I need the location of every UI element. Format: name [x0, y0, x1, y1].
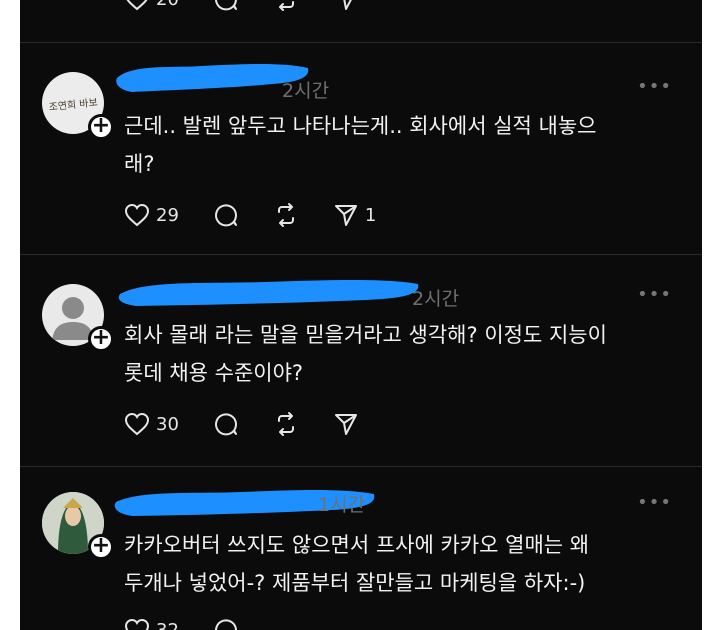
share-button[interactable] — [333, 411, 359, 437]
more-icon[interactable]: ••• — [637, 492, 672, 513]
comment-icon — [214, 413, 237, 436]
post[interactable]: 조연희 바보 + 2시간 ••• 근데.. 발렌 앞두고 나타나는게.. 회사에… — [20, 42, 702, 254]
avatar[interactable]: + — [42, 492, 114, 560]
repost-button[interactable] — [273, 0, 299, 12]
share-count: 1 — [364, 204, 377, 226]
timestamp: 2시간 — [282, 80, 330, 102]
comment-icon — [214, 619, 237, 630]
comment-icon — [214, 204, 237, 227]
like-count: 29 — [156, 204, 179, 226]
avatar[interactable]: + — [42, 284, 114, 352]
post-text-line: 근데.. 발렌 앞두고 나타나는게.. 회사에서 실적 내놓으 — [124, 114, 597, 138]
like-button[interactable]: 29 — [124, 203, 179, 227]
follow-button[interactable]: + — [88, 534, 114, 560]
share-icon — [334, 414, 357, 435]
post-text-line: 롯데 채용 수준이야? — [124, 361, 304, 385]
post-text-line: 회사 몰래 라는 말을 믿을거라고 생각해? 이정도 지능이 — [124, 323, 607, 347]
plus-icon: + — [91, 325, 111, 350]
like-button[interactable]: 30 — [124, 412, 179, 436]
like-button[interactable]: 32 — [124, 618, 179, 630]
follow-button[interactable]: + — [88, 326, 114, 352]
repost-button[interactable] — [273, 411, 299, 437]
comment-button[interactable] — [213, 0, 239, 12]
post[interactable]: + 1시간 ••• 카카오버터 쓰지도 않으면서 프사에 카카오 열매는 왜 두… — [20, 466, 702, 630]
post-actions: 29 1 — [124, 201, 410, 229]
heart-icon — [124, 618, 150, 630]
repost-button[interactable] — [273, 202, 299, 228]
post-actions: 30 — [124, 410, 393, 438]
like-button[interactable]: 20 — [124, 0, 179, 11]
post-actions: 32 — [124, 616, 273, 630]
more-icon[interactable]: ••• — [637, 76, 672, 97]
post-text-line: 두개나 넣었어-? 제품부터 잘만들고 마케팅을 하자:-) — [124, 571, 586, 595]
post[interactable]: + 2시간 ••• 회사 몰래 라는 말을 믿을거라고 생각해? 이정도 지능이… — [20, 254, 702, 466]
repost-icon — [277, 412, 294, 436]
like-count: 20 — [156, 0, 179, 10]
like-count: 32 — [156, 619, 179, 630]
timestamp: 2시간 — [412, 288, 460, 310]
avatar-text: 조연희 바보 — [48, 96, 98, 113]
post-text-line: 래? — [124, 152, 155, 176]
post-text: 카카오버터 쓰지도 않으면서 프사에 카카오 열매는 왜 두개나 넣었어-? 제… — [124, 526, 694, 602]
top-post-actions: 20 — [124, 0, 393, 12]
share-button[interactable] — [333, 0, 359, 12]
more-icon[interactable]: ••• — [637, 284, 672, 305]
share-button[interactable]: 1 — [333, 202, 376, 228]
like-count: 30 — [156, 413, 179, 435]
heart-icon — [126, 0, 148, 11]
share-icon — [334, 205, 357, 226]
redacted-username — [118, 280, 419, 306]
avatar[interactable]: 조연희 바보 + — [42, 72, 114, 140]
repost-icon — [277, 203, 294, 227]
heart-icon — [124, 412, 150, 436]
heart-icon — [124, 203, 150, 227]
plus-icon: + — [91, 533, 111, 558]
comment-icon — [214, 0, 237, 11]
follow-button[interactable]: + — [88, 114, 114, 140]
repost-icon — [278, 1, 294, 11]
share-icon — [343, 0, 352, 10]
comment-button[interactable] — [213, 411, 239, 437]
post-text: 근데.. 발렌 앞두고 나타나는게.. 회사에서 실적 내놓으 래? — [124, 107, 694, 183]
comment-button[interactable] — [213, 617, 239, 630]
comment-button[interactable] — [213, 202, 239, 228]
timestamp: 1시간 — [318, 494, 366, 516]
post-text: 회사 몰래 라는 말을 믿을거라고 생각해? 이정도 지능이 롯데 채용 수준이… — [124, 316, 694, 392]
plus-icon: + — [91, 113, 111, 138]
post-text-line: 카카오버터 쓰지도 않으면서 프사에 카카오 열매는 왜 — [124, 533, 590, 557]
threads-feed: 20 조연희 바보 + 2시간 ••• 근데.. 발렌 앞두고 나타나는 — [20, 0, 702, 630]
